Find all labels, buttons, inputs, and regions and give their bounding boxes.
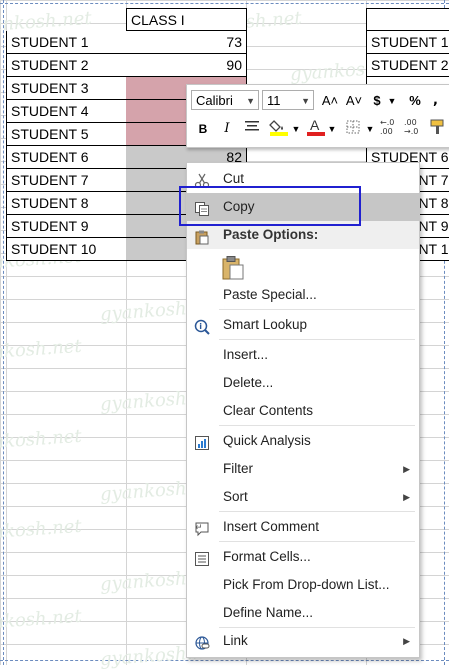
menu-item-smart-lookup[interactable]: i Smart Lookup — [187, 311, 419, 339]
smart-lookup-icon: i — [194, 317, 210, 335]
menu-item-label: Insert... — [223, 347, 269, 362]
font-size-box[interactable]: 11 ▼ — [262, 90, 314, 110]
menu-item-paste-special[interactable]: Paste Special... — [187, 281, 419, 309]
svg-text:A: A — [310, 117, 320, 133]
menu-item-label: Pick From Drop-down List... — [223, 577, 390, 592]
menu-item-label: Sort — [223, 489, 248, 504]
menu-item-clear-contents[interactable]: Clear Contents — [187, 397, 419, 425]
student-name-cell[interactable]: STUDENT 8 — [6, 192, 127, 215]
chevron-down-icon[interactable]: ▼ — [246, 91, 255, 111]
menu-item-filter[interactable]: Filter ▶ — [187, 455, 419, 483]
menu-item-label: Quick Analysis — [223, 433, 311, 448]
page-break-line — [0, 660, 449, 661]
font-name-value: Calibri — [196, 93, 233, 108]
menu-item-insert[interactable]: Insert... — [187, 341, 419, 369]
paste-icon — [194, 227, 210, 245]
svg-text:.00: .00 — [404, 118, 417, 127]
font-name-box[interactable]: Calibri ▼ — [191, 90, 259, 110]
column-header-label: CLASS I — [131, 12, 185, 28]
svg-text:→.0: →.0 — [404, 127, 418, 136]
borders-icon[interactable] — [343, 119, 363, 139]
right-student-cell[interactable]: STUDENT 2 — [366, 54, 449, 77]
student-name-cell[interactable]: STUDENT 4 — [6, 100, 127, 123]
menu-item-label: Filter — [223, 461, 253, 476]
menu-item-label: Paste Special... — [223, 287, 317, 302]
student-name-cell[interactable]: STUDENT 2 — [6, 54, 127, 77]
menu-item-quick-analysis[interactable]: Quick Analysis — [187, 427, 419, 455]
shrink-font-button[interactable]: A˅ — [344, 91, 364, 111]
chevron-down-icon[interactable]: ▼ — [301, 91, 310, 111]
fill-color-icon[interactable] — [267, 117, 291, 137]
chevron-right-icon: ▶ — [403, 636, 410, 646]
score-cell[interactable]: 90 — [126, 54, 247, 77]
format-painter-icon[interactable] — [427, 117, 449, 137]
student-name-cell[interactable]: STUDENT 10 — [6, 238, 127, 261]
svg-text:i: i — [199, 322, 202, 331]
menu-item-label: Define Name... — [223, 605, 314, 620]
menu-separator — [219, 511, 415, 512]
menu-item-label: Clear Contents — [223, 403, 314, 418]
grow-font-button[interactable]: A˄ — [320, 91, 340, 111]
chevron-down-icon[interactable]: ▼ — [291, 119, 301, 139]
student-name-cell[interactable]: STUDENT 5 — [6, 123, 127, 146]
svg-text:↵: ↵ — [195, 523, 203, 533]
score-cell[interactable]: 73 — [126, 31, 247, 54]
svg-text:←.0: ←.0 — [380, 118, 394, 127]
student-name-cell[interactable]: STUDENT 6 — [6, 146, 127, 169]
menu-separator — [219, 339, 415, 340]
student-name-cell[interactable]: STUDENT 9 — [6, 215, 127, 238]
chevron-down-icon[interactable]: ▼ — [365, 119, 375, 139]
quick-analysis-icon — [194, 433, 210, 450]
svg-text:.00: .00 — [380, 127, 393, 136]
right-student-cell[interactable]: STUDENT 1 — [366, 31, 449, 54]
mini-toolbar: Calibri ▼ 11 ▼ A˄ A˅ $ ▼ % , B I ▼ A ▼ ▼… — [186, 84, 449, 148]
menu-item-format-cells[interactable]: Format Cells... — [187, 543, 419, 571]
chevron-down-icon[interactable]: ▼ — [327, 119, 337, 139]
align-center-icon[interactable] — [242, 119, 262, 139]
menu-item-insert-comment[interactable]: ↵ Insert Comment — [187, 513, 419, 541]
menu-item-label: Smart Lookup — [223, 317, 308, 332]
page-break-line — [0, 3, 449, 4]
font-size-value: 11 — [267, 93, 281, 108]
menu-separator — [219, 309, 415, 310]
italic-button[interactable]: I — [219, 119, 235, 139]
menu-item-label: Link — [223, 633, 248, 648]
menu-item-label: Insert Comment — [223, 519, 320, 534]
increase-decimal-icon[interactable]: ←.0.00 — [379, 117, 401, 137]
font-color-icon[interactable]: A — [305, 117, 327, 137]
percent-button[interactable]: % — [405, 91, 425, 111]
menu-item-sort[interactable]: Sort ▶ — [187, 483, 419, 511]
currency-button[interactable]: $ — [369, 91, 385, 111]
paste-button[interactable] — [187, 251, 419, 285]
menu-item-link[interactable]: Link ▶ — [187, 627, 419, 655]
right-header-cell[interactable] — [366, 8, 449, 31]
page-break-line — [3, 0, 4, 665]
chevron-down-icon[interactable]: ▼ — [387, 91, 397, 111]
context-menu: Cut Copy Paste Options: Paste Special...… — [186, 162, 420, 658]
comma-style-icon[interactable]: , — [431, 91, 447, 111]
menu-item-label: Format Cells... — [223, 549, 311, 564]
format-cells-icon — [194, 549, 210, 566]
scissors-icon — [194, 171, 210, 189]
menu-separator — [219, 425, 415, 426]
decrease-decimal-icon[interactable]: .00 →.0 — [403, 117, 425, 137]
menu-item-pick-from-dropdown[interactable]: Pick From Drop-down List... — [187, 571, 419, 599]
menu-item-delete[interactable]: Delete... — [187, 369, 419, 397]
student-name-cell[interactable]: STUDENT 1 — [6, 31, 127, 54]
student-name-cell[interactable]: STUDENT 3 — [6, 77, 127, 100]
bold-button[interactable]: B — [195, 119, 211, 139]
student-name-cell[interactable]: STUDENT 7 — [6, 169, 127, 192]
comment-icon: ↵ — [194, 519, 210, 537]
menu-item-label: Delete... — [223, 375, 274, 390]
column-header-cell[interactable]: CLASS I — [126, 8, 247, 31]
chevron-right-icon: ▶ — [403, 492, 410, 502]
menu-item-define-name[interactable]: Define Name... — [187, 599, 419, 627]
menu-separator — [219, 541, 415, 542]
chevron-right-icon: ▶ — [403, 464, 410, 474]
svg-text:,: , — [433, 93, 438, 107]
link-icon — [194, 633, 210, 650]
highlight-box — [179, 186, 361, 226]
